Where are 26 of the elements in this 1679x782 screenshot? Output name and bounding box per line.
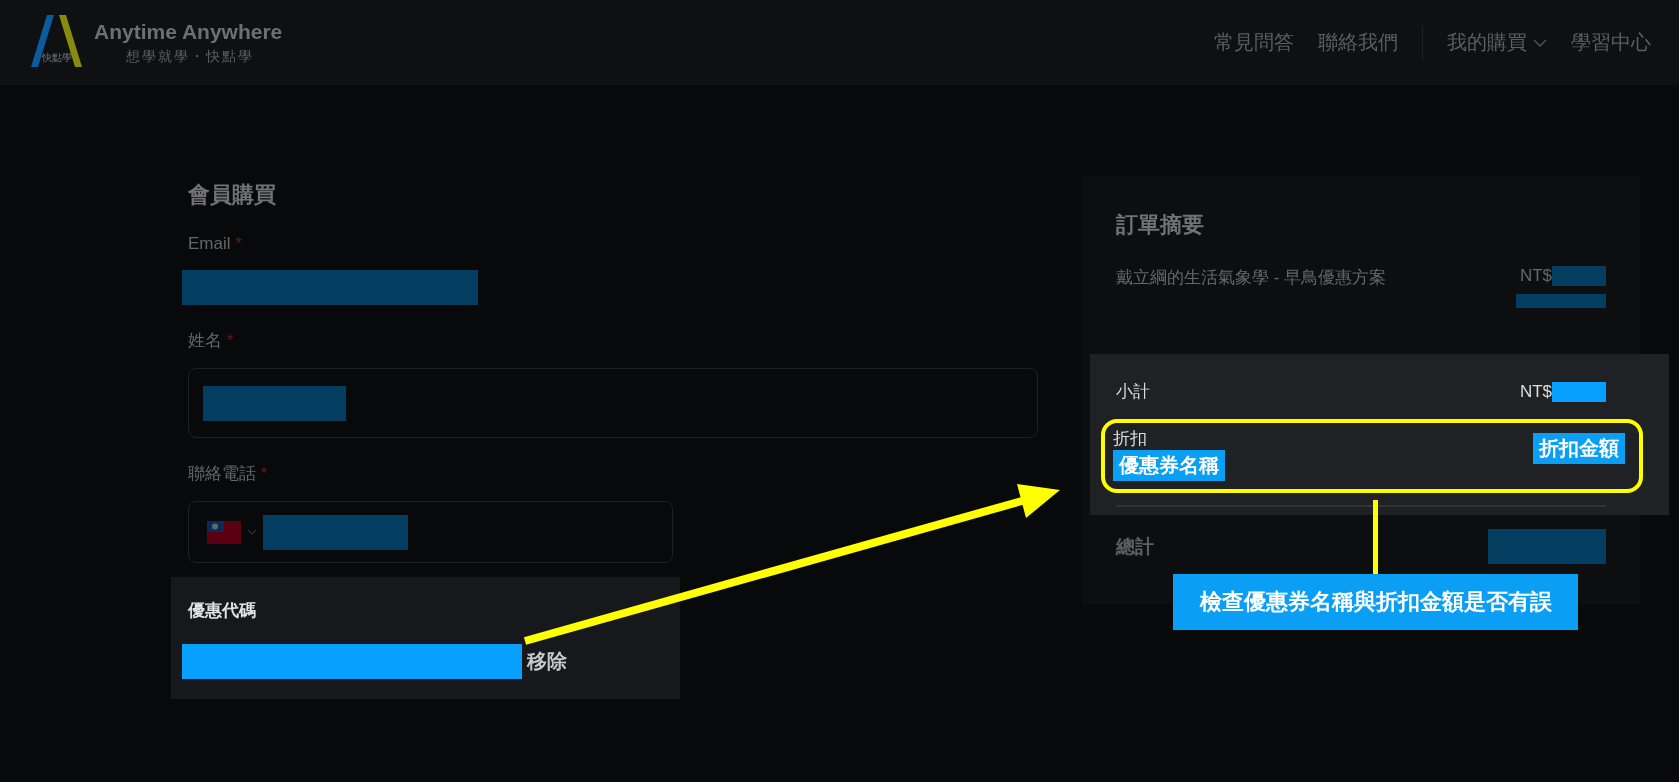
- subtotal-label: 小計: [1116, 381, 1150, 403]
- discount-label: 折扣: [1113, 428, 1148, 450]
- nav-link[interactable]: 聯絡我們: [1318, 29, 1398, 56]
- logo-tagline: 想學就學・快點學: [126, 47, 255, 66]
- logo-title: Anytime Anywhere: [94, 19, 283, 44]
- nav-link[interactable]: 常見問答: [1214, 29, 1294, 56]
- required-mark: *: [226, 331, 234, 350]
- required-mark: *: [260, 464, 268, 483]
- logo-caption: 快點學: [42, 50, 72, 65]
- total-label: 總計: [1116, 534, 1154, 559]
- nav-link[interactable]: 我的購買: [1447, 29, 1547, 56]
- annotation-label: 優惠券名稱: [1113, 450, 1225, 481]
- nav-link[interactable]: 學習中心: [1571, 29, 1651, 56]
- field-label: Email: [188, 234, 231, 253]
- summary-title: 訂單摘要: [1116, 211, 1205, 239]
- remove-link[interactable]: 移除: [527, 648, 567, 675]
- required-mark: *: [235, 234, 242, 253]
- currency-label: NT$: [1519, 266, 1552, 286]
- field-label: 聯絡電話: [188, 464, 256, 483]
- callout-label: 檢查優惠券名稱與折扣金額是否有誤: [1173, 574, 1578, 630]
- coupon-title: 優惠代碼: [188, 600, 257, 622]
- item-name: 戴立綱的生活氣象學 - 早鳥優惠方案: [1116, 267, 1387, 289]
- annotation-label: 折扣金額: [1533, 433, 1625, 464]
- form-title: 會員購買: [188, 181, 277, 209]
- field-label: 姓名: [188, 331, 222, 350]
- currency-label: NT$: [1519, 381, 1552, 402]
